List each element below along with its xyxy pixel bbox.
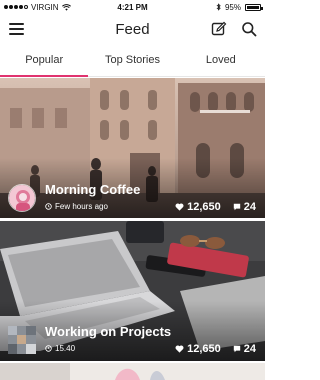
page-title: Feed: [115, 20, 150, 38]
like-count[interactable]: 12,650: [175, 343, 221, 355]
card-stats: 12,650 24: [175, 201, 256, 213]
comment-count[interactable]: 24: [233, 343, 256, 355]
tab-top-stories[interactable]: Top Stories: [88, 46, 176, 76]
feed-card[interactable]: Working on Projects 15.40 12,650 24: [0, 221, 265, 361]
avatar[interactable]: [8, 184, 36, 212]
clock-icon: [45, 345, 52, 352]
nav-bar: Feed: [0, 14, 265, 44]
comment-count[interactable]: 24: [233, 201, 256, 213]
card-timestamp: Few hours ago: [55, 202, 108, 211]
heart-icon: [175, 203, 184, 211]
avatar[interactable]: [8, 326, 36, 354]
hamburger-menu-icon[interactable]: [9, 23, 24, 35]
status-time: 4:21 PM: [117, 2, 148, 12]
tab-popular[interactable]: Popular: [0, 46, 89, 77]
battery-icon: [245, 3, 263, 11]
tab-loved[interactable]: Loved: [177, 46, 265, 76]
status-bar: VIRGIN 4:21 PM 95%: [0, 0, 265, 14]
comment-icon: [233, 203, 240, 211]
card-title[interactable]: Morning Coffee: [45, 182, 140, 197]
card-timestamp: 15.40: [55, 344, 76, 353]
search-icon[interactable]: [241, 21, 257, 37]
clock-icon: [45, 203, 52, 210]
card-photo: [0, 363, 265, 380]
heart-icon: [175, 345, 184, 353]
card-meta: Few hours ago: [45, 202, 108, 211]
card-title[interactable]: Working on Projects: [45, 324, 171, 339]
feed-card[interactable]: Morning Coffee Few hours ago 12,650 24: [0, 78, 265, 218]
card-stats: 12,650 24: [175, 343, 256, 355]
like-count[interactable]: 12,650: [175, 201, 221, 213]
card-meta: 15.40: [45, 344, 75, 353]
edit-icon[interactable]: [211, 21, 227, 37]
feed-card[interactable]: [0, 363, 265, 380]
comment-icon: [233, 345, 240, 353]
tab-bar: Popular Top Stories Loved: [0, 46, 265, 77]
